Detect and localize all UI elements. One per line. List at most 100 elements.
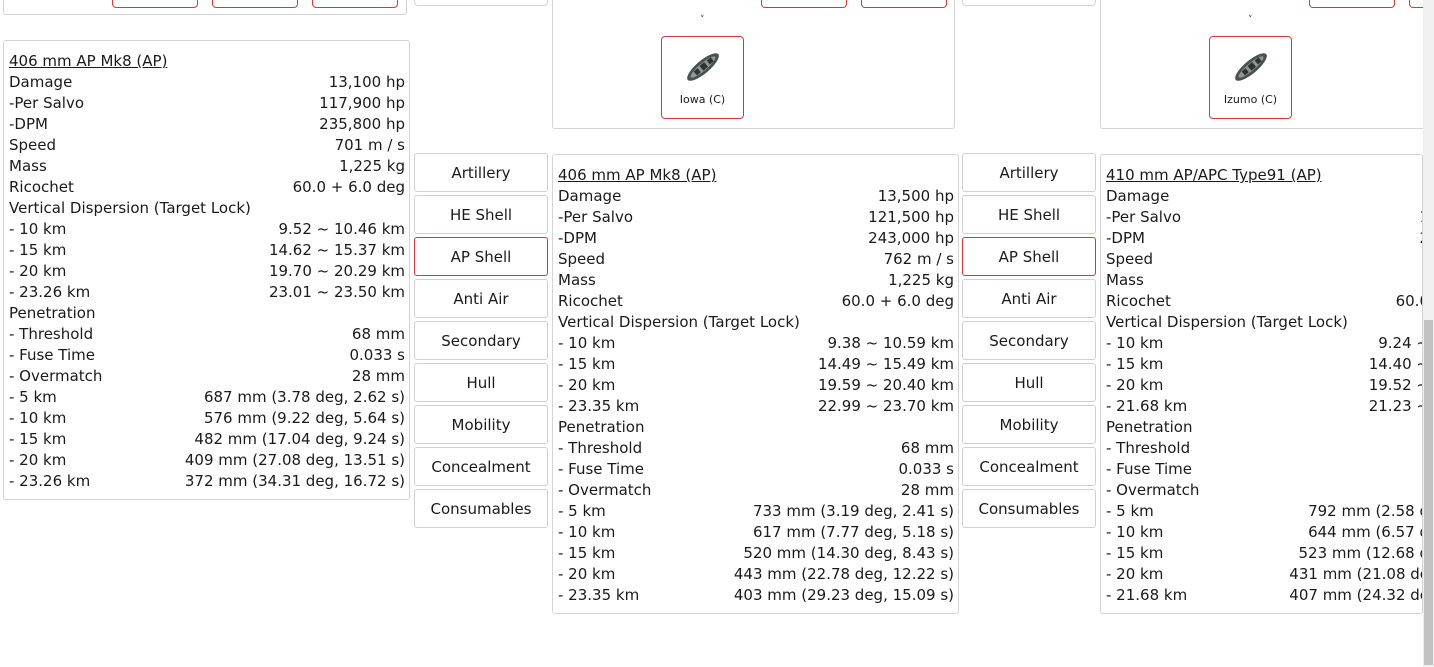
top-button-stub[interactable] <box>212 0 298 8</box>
top-tab-stub[interactable] <box>962 0 1096 6</box>
tab-hull[interactable]: Hull <box>414 363 548 402</box>
range-value: 687 mm (3.78 deg, 2.62 s) <box>203 388 405 406</box>
stat-label: - Overmatch <box>9 367 103 385</box>
range-value: 443 mm (22.78 deg, 12.22 s) <box>733 565 954 583</box>
shell-title-link[interactable]: 406 mm AP Mk8 (AP) <box>9 51 405 72</box>
stat-label: -Per Salvo <box>9 94 85 112</box>
tab-consumables[interactable]: Consumables <box>414 489 548 528</box>
range-value: 19.52 ~ <box>1368 376 1423 394</box>
stat-label: Ricochet <box>9 178 74 196</box>
top-card-left <box>3 0 407 15</box>
shell-stats-panel: 410 mm AP/APC Type91 (AP) Damage -Per Sa… <box>1100 154 1423 614</box>
range-label: - 5 km <box>558 502 606 520</box>
range-value: 409 mm (27.08 deg, 13.51 s) <box>184 451 405 469</box>
tab-anti-air[interactable]: Anti Air <box>414 279 548 318</box>
top-button-stub[interactable] <box>112 0 198 8</box>
tab-ap-shell[interactable]: AP Shell <box>962 237 1096 276</box>
stat-label: Speed <box>1106 250 1154 268</box>
top-button-stub[interactable] <box>861 0 947 8</box>
range-label: - 15 km <box>9 241 67 259</box>
range-label: - 15 km <box>558 355 616 373</box>
section-label: Penetration <box>9 304 96 322</box>
tab-secondary[interactable]: Secondary <box>414 321 548 360</box>
stat-value: 60.0 + 6.0 deg <box>292 178 405 196</box>
stat-label: Speed <box>9 136 57 154</box>
tab-he-shell[interactable]: HE Shell <box>414 195 548 234</box>
stat-row-speed: Speed 762 m / s <box>558 249 954 270</box>
top-tab-stub[interactable] <box>414 0 548 6</box>
stat-value: 68 mm <box>351 325 405 343</box>
shell-stats-panel: 406 mm AP Mk8 (AP) Damage 13,500 hp -Per … <box>552 154 959 614</box>
shell-title-link[interactable]: 410 mm AP/APC Type91 (AP) <box>1106 165 1422 186</box>
stat-row-speed: Speed 701 m / s <box>9 135 405 156</box>
tab-mobility[interactable]: Mobility <box>962 405 1096 444</box>
tab-he-shell[interactable]: HE Shell <box>962 195 1096 234</box>
tab-ap-shell[interactable]: AP Shell <box>414 237 548 276</box>
penetration-row: - 15 km 520 mm (14.30 deg, 8.43 s) <box>558 543 954 564</box>
ship-name: Izumo (C) <box>1223 93 1278 106</box>
range-label: - 5 km <box>1106 502 1154 520</box>
range-label: - 10 km <box>1106 523 1164 541</box>
range-value: 431 mm (21.08 de <box>1289 565 1423 583</box>
range-value: 576 mm (9.22 deg, 5.64 s) <box>203 409 405 427</box>
top-button-stub[interactable] <box>1309 0 1395 8</box>
stat-label: - Fuse Time <box>9 346 96 364</box>
stat-row-damage: Damage 13,500 hp <box>558 186 954 207</box>
top-button-stub[interactable] <box>312 0 398 8</box>
range-value: 520 mm (14.30 deg, 8.43 s) <box>743 544 954 562</box>
stat-value: 1,225 kg <box>888 271 954 289</box>
penetration-row: - 5 km 792 mm (2.58 d <box>1106 501 1423 522</box>
range-value: 482 mm (17.04 deg, 9.24 s) <box>194 430 405 448</box>
stat-row-overmatch: - Overmatch 28 mm <box>9 366 405 387</box>
range-value: 19.70 ~ 20.29 km <box>268 262 405 280</box>
range-value: 792 mm (2.58 d <box>1308 502 1423 520</box>
tab-hull[interactable]: Hull <box>962 363 1096 402</box>
tab-concealment[interactable]: Concealment <box>962 447 1096 486</box>
range-value: 523 mm (12.68 d <box>1298 544 1423 562</box>
stat-label: - Threshold <box>1106 439 1191 457</box>
tab-mobility[interactable]: Mobility <box>414 405 548 444</box>
shell-title-link[interactable]: 406 mm AP Mk8 (AP) <box>558 165 954 186</box>
penetration-row: - 20 km 409 mm (27.08 deg, 13.51 s) <box>9 450 405 471</box>
vertical-scrollbar[interactable] <box>1423 0 1434 667</box>
stat-row-threshold: - Threshold 68 mm <box>9 324 405 345</box>
stat-label: Ricochet <box>1106 292 1171 310</box>
range-label: - 15 km <box>9 430 67 448</box>
stat-section-dispersion: Vertical Dispersion (Target Lock) <box>1106 312 1422 333</box>
top-button-stub[interactable] <box>761 0 847 8</box>
dispersion-row: - 23.35 km 22.99 ~ 23.70 km <box>558 396 954 417</box>
tab-anti-air[interactable]: Anti Air <box>962 279 1096 318</box>
tab-consumables[interactable]: Consumables <box>962 489 1096 528</box>
range-label: - 23.26 km <box>9 472 91 490</box>
stat-row-threshold: - Threshold 68 mm <box>558 438 954 459</box>
range-value: 9.52 ~ 10.46 km <box>278 220 405 238</box>
section-label: Vertical Dispersion (Target Lock) <box>9 199 251 217</box>
ship-button-iowa[interactable]: Iowa (C) <box>661 36 744 119</box>
range-value: 23.01 ~ 23.50 km <box>268 283 405 301</box>
battleship-icon <box>686 53 719 81</box>
tab-secondary[interactable]: Secondary <box>962 321 1096 360</box>
penetration-row: - 10 km 617 mm (7.77 deg, 5.18 s) <box>558 522 954 543</box>
stat-label: Mass <box>9 157 47 175</box>
stat-value: 117,900 hp <box>319 94 405 112</box>
stat-value: 243,000 hp <box>868 229 954 247</box>
range-value: 21.23 ~ <box>1368 397 1423 415</box>
range-label: - 20 km <box>9 262 67 280</box>
caret-down-icon: ˅ <box>1248 15 1253 25</box>
penetration-row: - 23.35 km 403 mm (29.23 deg, 15.09 s) <box>558 585 954 606</box>
stat-section-dispersion: Vertical Dispersion (Target Lock) <box>9 198 405 219</box>
stat-label: Damage <box>1106 187 1170 205</box>
tab-concealment[interactable]: Concealment <box>414 447 548 486</box>
section-label: Vertical Dispersion (Target Lock) <box>558 313 800 331</box>
tab-artillery[interactable]: Artillery <box>414 153 548 192</box>
ship-button-izumo[interactable]: Izumo (C) <box>1209 36 1292 119</box>
tab-artillery[interactable]: Artillery <box>962 153 1096 192</box>
stat-row-speed: Speed <box>1106 249 1422 270</box>
penetration-row: - 5 km 687 mm (3.78 deg, 2.62 s) <box>9 387 405 408</box>
stat-label: -DPM <box>558 229 597 247</box>
stat-label: - Overmatch <box>558 481 652 499</box>
scrollbar-thumb[interactable] <box>1424 320 1433 665</box>
stat-label: Speed <box>558 250 606 268</box>
stat-value: 60.0 + 6.0 deg <box>841 292 954 310</box>
range-value: 407 mm (24.32 de <box>1289 586 1423 604</box>
